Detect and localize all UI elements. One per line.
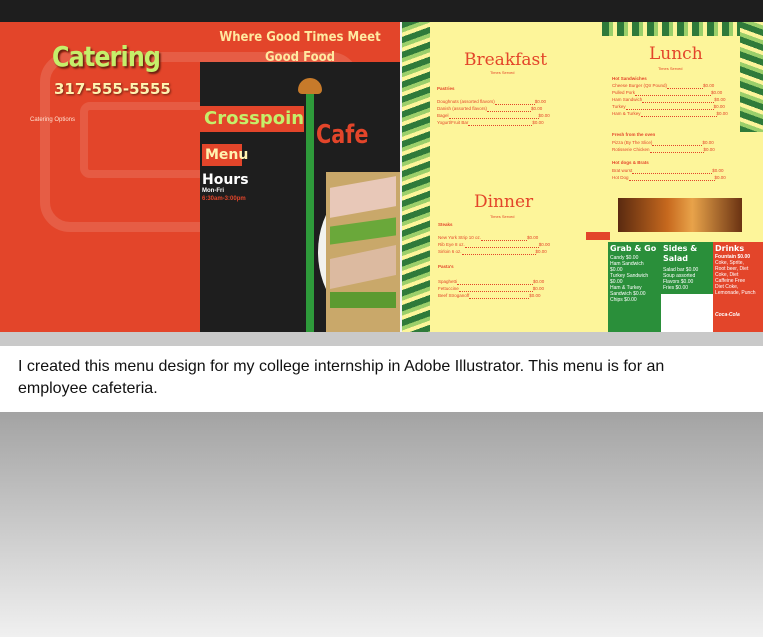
menu-item: Cheese Burger (Qtr Pound) $0.00 xyxy=(612,83,715,89)
catering-phone: 317-555-5555 xyxy=(54,80,171,98)
menu-item: Fettuccine $0.00 xyxy=(438,286,545,292)
watermark-inner xyxy=(80,102,216,178)
hours-label: Hours xyxy=(202,172,249,188)
dinner-category: Steaks xyxy=(438,222,453,227)
menu-label: Menu xyxy=(202,144,248,166)
menu-item: Ham & Turkey $0.00 xyxy=(612,111,728,117)
food-photo xyxy=(618,198,742,232)
vine-border-left xyxy=(402,22,430,332)
menu-item: Turkey $0.00 xyxy=(612,104,725,110)
coca-cola-logo: Coca-Cola xyxy=(715,312,740,318)
hours-days: Mon-Fri xyxy=(202,188,224,194)
menu-item: Brat wurst $0.00 xyxy=(612,168,724,174)
brand-crosspoint: Crosspoint xyxy=(200,106,304,132)
catering-title: Catering xyxy=(52,40,161,73)
menu-item: Spaghetti $0.00 xyxy=(438,279,545,285)
dinner-category: Pasta's xyxy=(438,264,454,269)
sign-pole xyxy=(306,92,314,332)
sandwich-layer xyxy=(330,292,396,308)
caption-panel: I created this menu design for my colleg… xyxy=(0,346,763,412)
breakfast-title: Breakfast xyxy=(464,50,548,70)
menu-item: Ham Sandwich $0.00 xyxy=(612,97,726,103)
dinner-title: Dinner xyxy=(474,192,534,212)
menu-item: Rib Eye 8 oz. $0.00 xyxy=(438,242,551,248)
top-bar xyxy=(0,0,763,22)
menu-item: Danish (assorted flavors) $0.00 xyxy=(437,106,543,112)
caption-text: I created this menu design for my colleg… xyxy=(18,358,665,397)
drinks-title: Drinks xyxy=(715,244,745,253)
cafe-sign-icon xyxy=(586,232,610,240)
background-gradient xyxy=(0,412,763,637)
sides-title: Sides & Salad xyxy=(663,244,698,263)
lunch-subtitle: Times Served xyxy=(658,66,683,71)
menu-item: Doughnuts (assorted flavors) $0.00 xyxy=(437,99,547,105)
lunch-category: Hot dogs & Brats xyxy=(612,160,649,165)
menu-item: Bagel $0.00 xyxy=(437,113,550,119)
breakfast-subtitle: Times Served xyxy=(490,70,515,75)
tagline: Where Good Times Meet Good Food xyxy=(219,30,381,65)
menu-item: New York Strip 10 oz. $0.00 xyxy=(438,235,539,241)
menu-image: Catering 317-555-5555 Catering Options W… xyxy=(0,22,763,332)
menu-inside: Breakfast Times Served Pastries Doughnut… xyxy=(402,22,763,332)
menu-item: Beef Stroganoff $0.00 xyxy=(438,293,541,299)
menu-cover: Catering 317-555-5555 Catering Options W… xyxy=(0,22,400,332)
vine-border-top xyxy=(602,22,763,36)
brand-cafe: Cafe xyxy=(316,120,369,150)
divider-band xyxy=(0,332,763,346)
menu-item: Sirloin 6 oz. $0.00 xyxy=(438,249,547,255)
sides-line: Fries $0.00 xyxy=(663,285,689,291)
lunch-title: Lunch xyxy=(649,44,703,64)
drinks-line: Lemonade, Punch xyxy=(715,290,756,296)
vine-border-right xyxy=(740,22,763,132)
grab-go-line: Chips $0.00 xyxy=(610,297,637,303)
menu-item: Pizza (By The Slice) $0.00 xyxy=(612,140,714,146)
lunch-category: Hot Sandwiches xyxy=(612,76,647,81)
lunch-category: Fresh from the oven xyxy=(612,132,656,137)
catering-options: Catering Options xyxy=(30,117,76,123)
menu-item: Pulled Pork $0.00 xyxy=(612,90,723,96)
hours-time: 6:30am-3:00pm xyxy=(202,196,246,202)
menu-item: Rotisserie Chicken $0.00 xyxy=(612,147,715,153)
menu-item: Hot Dog $0.00 xyxy=(612,175,726,181)
grab-go-title: Grab & Go xyxy=(610,244,657,253)
menu-item: Yogurt/Fruit Bar $0.00 xyxy=(437,120,544,126)
breakfast-category: Pastries xyxy=(437,86,455,91)
dinner-subtitle: Times Served xyxy=(490,214,515,219)
